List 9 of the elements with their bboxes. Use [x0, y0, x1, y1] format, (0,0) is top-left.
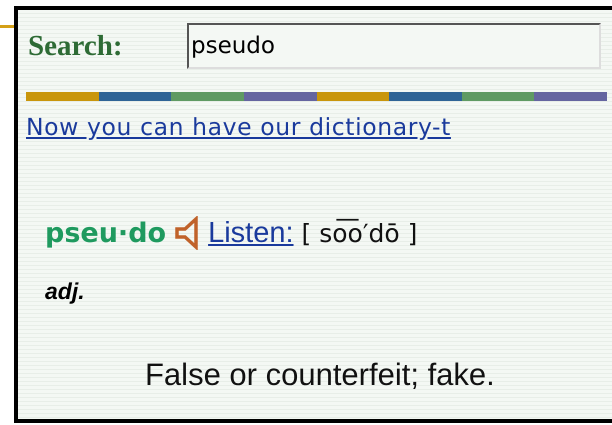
search-field[interactable]: pseudo [187, 23, 601, 69]
listen-link[interactable]: Listen: [208, 216, 294, 250]
speaker-icon[interactable] [174, 216, 200, 250]
part-of-speech: adj. [45, 278, 85, 305]
pronunciation: [ so͞o′dō ] [302, 218, 418, 248]
promo-link[interactable]: Now you can have our dictionary-t [26, 113, 451, 141]
search-label: Search: [28, 30, 124, 62]
definition: False or counterfeit; fake. [145, 357, 495, 393]
headword: pseu·do [45, 218, 166, 248]
